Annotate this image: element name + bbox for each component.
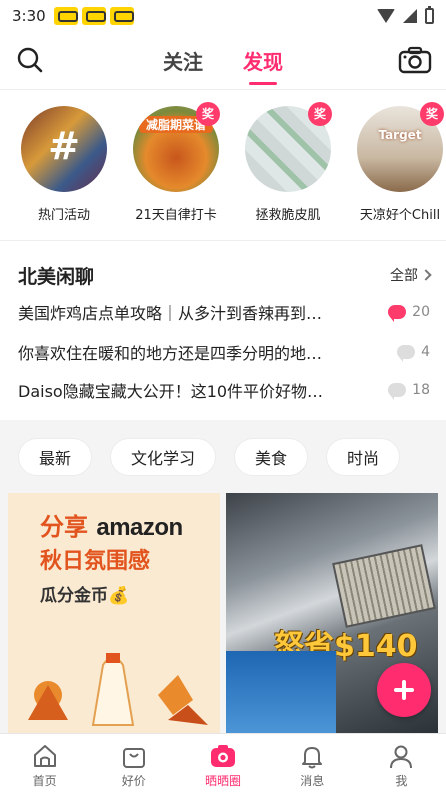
hashtag-icon: #	[48, 124, 80, 168]
nav-label: 首页	[32, 774, 57, 788]
status-time: 3:30	[12, 7, 46, 25]
reward-badge: 奖	[420, 102, 444, 126]
comment-count-value: 4	[421, 344, 430, 360]
story-label: 拯救脆皮肌	[255, 208, 321, 223]
person-icon	[390, 745, 413, 769]
promo-subtitle: 秋日氛围感	[40, 549, 151, 574]
feed-tabs: 关注 发现	[0, 46, 446, 83]
battery-icon	[425, 6, 434, 24]
nav-label: 消息	[300, 774, 325, 788]
tab-following[interactable]: 关注	[163, 46, 203, 83]
camera-icon[interactable]	[398, 45, 432, 75]
autumn-lamp-illustration	[28, 653, 208, 726]
story-label: 热门活动	[37, 208, 90, 223]
story-21-day-checkin[interactable]: 减脂期菜谱 奖 21天自律打卡	[124, 102, 228, 223]
divider	[0, 240, 446, 241]
comment-count: 18	[374, 382, 430, 400]
camera-icon	[211, 745, 235, 767]
notification-icon	[53, 7, 78, 25]
home-icon	[33, 745, 56, 767]
story-hot-events[interactable]: # 热门活动	[12, 106, 116, 223]
shopping-bag-icon	[122, 748, 145, 768]
tab-discover[interactable]: 发现	[243, 46, 283, 83]
comment-count: 20	[374, 304, 430, 322]
nav-label: 晒晒圈	[205, 774, 242, 788]
topic-title: 你喜欢住在暖和的地方还是四季分明的地…	[18, 344, 323, 363]
nav-label: 好价	[121, 774, 146, 788]
forum-topic-row[interactable]: 美国炸鸡店点单攻略｜从多汁到香辣再到… 20	[18, 296, 430, 328]
product-box-image	[226, 651, 336, 733]
comment-count-value: 18	[412, 382, 430, 398]
forum-topic-row[interactable]: 你喜欢住在暖和的地方还是四季分明的地… 4	[18, 336, 430, 368]
chip-fashion[interactable]: 时尚	[326, 438, 401, 476]
chevron-right-icon	[420, 269, 432, 281]
brand-name: amazon	[96, 514, 183, 541]
topic-title: 美国炸鸡店点单攻略｜从多汁到香辣再到…	[18, 304, 323, 323]
bottom-navigation: 首页 好价 晒晒圈 消息 我	[0, 733, 446, 793]
reward-badge: 奖	[196, 102, 220, 126]
status-bar: 3:30	[0, 0, 446, 32]
reward-badge: 奖	[308, 102, 332, 126]
bell-icon	[302, 747, 323, 769]
comment-bubble-icon	[388, 383, 407, 400]
story-skin-rescue[interactable]: 奖 拯救脆皮肌	[236, 102, 340, 223]
promo-reward-text: 瓜分金币💰	[40, 586, 130, 606]
comment-bubble-icon	[397, 345, 416, 362]
top-header: 关注 发现	[0, 32, 446, 90]
nav-me[interactable]: 我	[357, 734, 446, 793]
forum-header: 北美闲聊 全部	[18, 260, 432, 290]
forum-see-all-link[interactable]: 全部	[390, 265, 432, 285]
nav-home[interactable]: 首页	[0, 734, 89, 793]
topic-title: Daiso隐藏宝藏大公开！这10件平价好物…	[18, 382, 324, 401]
category-chips: 最新 文化学习 美食 时尚	[18, 438, 446, 478]
comment-bubble-icon	[388, 305, 407, 322]
nav-messages[interactable]: 消息	[268, 734, 357, 793]
promo-prefix: 分享	[40, 513, 88, 541]
story-label: 21天自律打卡	[135, 208, 217, 223]
story-avatar: #	[21, 106, 107, 192]
topic-stories: # 热门活动 减脂期菜谱 奖 21天自律打卡 奖 拯救脆皮肌 Target 奖 …	[0, 100, 446, 228]
comment-count-value: 20	[412, 304, 430, 320]
promo-title: 分享 amazon	[40, 507, 183, 542]
chip-food[interactable]: 美食	[234, 438, 309, 476]
see-all-label: 全部	[390, 268, 418, 284]
forum-topic-row[interactable]: Daiso隐藏宝藏大公开！这10件平价好物… 18	[18, 374, 430, 406]
story-label: 天凉好个Chill	[359, 208, 441, 223]
forum-title: 北美闲聊	[18, 265, 95, 288]
wifi-icon	[377, 9, 395, 23]
cellular-signal-icon	[403, 9, 417, 23]
notification-icon	[109, 7, 134, 25]
chip-latest[interactable]: 最新	[18, 438, 93, 476]
chip-culture-learning[interactable]: 文化学习	[110, 438, 217, 476]
notification-icon	[81, 7, 106, 25]
nav-deals[interactable]: 好价	[89, 734, 178, 793]
create-post-button[interactable]	[377, 663, 431, 717]
story-chill-autumn[interactable]: Target 奖 天凉好个Chill	[348, 102, 446, 223]
story-image-text: Target	[378, 128, 422, 142]
comment-count: 4	[374, 344, 430, 362]
nav-share-circle[interactable]: 晒晒圈	[178, 734, 267, 793]
status-indicators	[377, 6, 434, 24]
nav-label: 我	[395, 774, 408, 788]
forum-section: 北美闲聊 全部 美国炸鸡店点单攻略｜从多汁到香辣再到… 20 你喜欢住在暖和的地…	[0, 252, 446, 420]
feed-card[interactable]: 分享 amazon 秋日氛围感 瓜分金币💰	[8, 493, 220, 733]
